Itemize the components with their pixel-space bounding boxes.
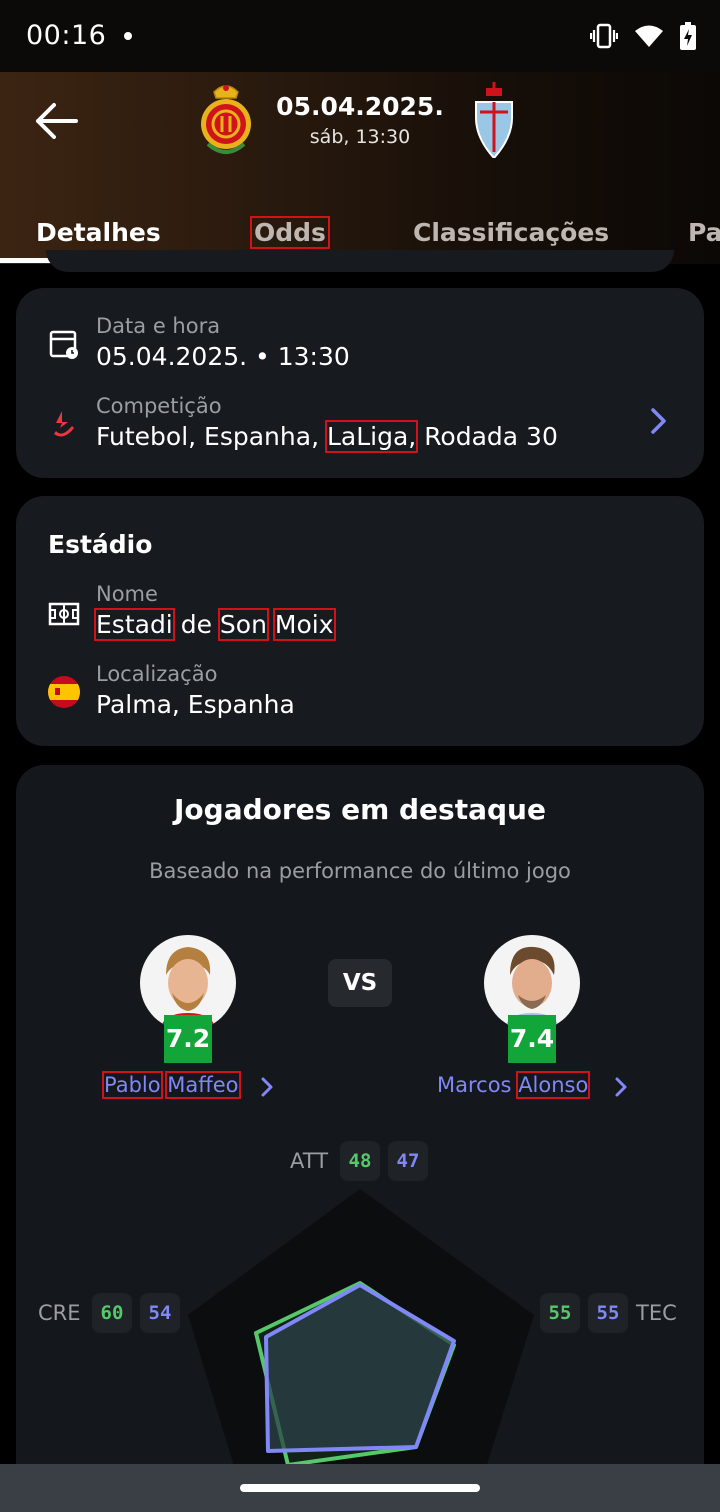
rcd-mallorca-crest-icon[interactable] (198, 82, 254, 158)
chevron-right-icon[interactable] (648, 406, 670, 436)
home-player-chevron-icon[interactable] (260, 1076, 274, 1098)
stadium-name-word-1: Estadi (94, 608, 175, 641)
competition-label: Competição (96, 394, 222, 418)
away-player-first-name[interactable]: Marcos (437, 1073, 512, 1097)
match-header: 05.04.2025. sáb, 13:30 Detalhes Odds Cla… (0, 72, 720, 264)
home-player-rating: 7.2 (164, 1015, 212, 1063)
vs-badge: VS (328, 959, 392, 1007)
spain-flag-icon (48, 676, 80, 708)
system-nav-bar (0, 1464, 720, 1512)
highlights-title: Jogadores em destaque (174, 793, 546, 826)
tab-more[interactable]: Pa (688, 218, 720, 247)
laliga-logo-icon (54, 411, 74, 437)
away-player-last-name[interactable]: Alonso (516, 1071, 591, 1099)
location-value: Palma, Espanha (96, 690, 295, 719)
competition-value[interactable]: Futebol, Espanha, LaLiga, Rodada 30 (96, 420, 558, 453)
home-gesture-handle[interactable] (240, 1484, 480, 1492)
stadium-name-word-4: Moix (272, 608, 336, 641)
highlights-subtitle: Baseado na performance do último jogo (149, 859, 571, 883)
status-bar: 00:16 (0, 0, 720, 72)
home-player-name[interactable]: Pablo Maffeo (102, 1071, 241, 1099)
datetime-label: Data e hora (96, 314, 221, 338)
stadium-name-label: Nome (96, 582, 158, 606)
stadium-field-icon (48, 602, 80, 626)
match-date: 05.04.2025. (276, 92, 444, 121)
previous-card-edge (46, 250, 674, 272)
home-player-last-name[interactable]: Maffeo (165, 1071, 241, 1099)
competition-league[interactable]: LaLiga, (324, 420, 419, 453)
stadium-name-word-3: Son (217, 608, 269, 641)
status-time: 00:16 (26, 20, 107, 51)
tab-classificacoes[interactable]: Classificações (413, 218, 609, 247)
player-comparison-radar (188, 1189, 534, 1512)
competition-prefix: Futebol, Espanha, (96, 422, 320, 451)
home-player-first-name[interactable]: Pablo (102, 1071, 163, 1099)
away-player-rating: 7.4 (508, 1015, 556, 1063)
highlighted-players-card: Jogadores em destaque Baseado na perform… (16, 765, 704, 1512)
stadium-title: Estádio (48, 530, 153, 559)
stadium-name-word-2: de (180, 610, 212, 639)
away-player-name[interactable]: Marcos Alonso (437, 1071, 591, 1099)
location-label: Localização (96, 662, 218, 686)
vibrate-icon (590, 23, 618, 49)
wifi-icon (635, 25, 663, 47)
stadium-name-value: Estadi de Son Moix (94, 608, 336, 641)
calendar-clock-icon (49, 330, 78, 359)
status-icons (590, 22, 696, 50)
back-arrow-icon[interactable] (30, 98, 82, 144)
match-info-card: Data e hora 05.04.2025. • 13:30 Competiç… (16, 288, 704, 478)
datetime-value: 05.04.2025. • 13:30 (96, 342, 350, 371)
celta-vigo-crest-icon[interactable] (470, 82, 518, 158)
away-player-chevron-icon[interactable] (614, 1076, 628, 1098)
battery-charging-icon (680, 22, 696, 50)
tab-detalhes[interactable]: Detalhes (36, 218, 161, 247)
match-weekday-time: sáb, 13:30 (309, 126, 411, 148)
stadium-card: Estádio Nome Estadi de Son Moix Localiza… (16, 496, 704, 746)
tab-odds[interactable]: Odds (250, 216, 330, 249)
notification-dot-icon (124, 32, 132, 40)
competition-round: Rodada 30 (424, 422, 558, 451)
